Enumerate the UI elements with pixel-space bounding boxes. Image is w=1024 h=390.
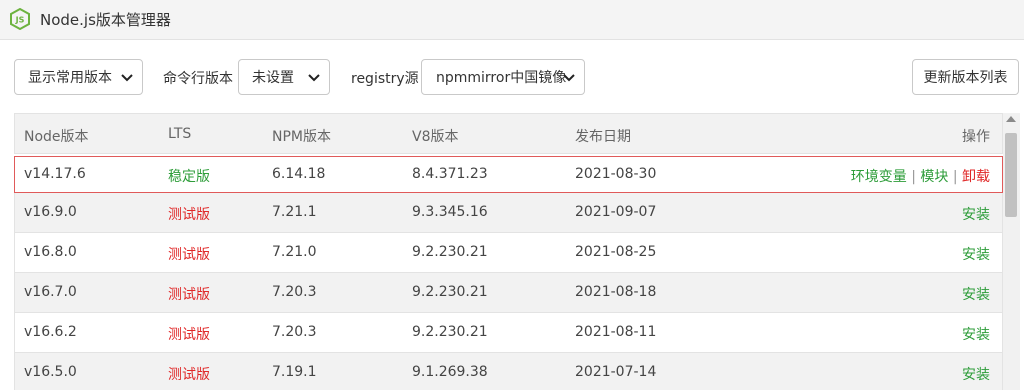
npm-version-cell: 6.14.18	[272, 166, 326, 182]
npm-version-cell: 7.21.1	[272, 204, 317, 220]
lts-beta-badge: 测试版	[168, 247, 210, 263]
chevron-down-icon	[121, 74, 133, 82]
nodejs-hexagon-icon: JS	[10, 8, 30, 30]
install-link[interactable]: 安装	[962, 244, 990, 264]
cli-version-select[interactable]: 未设置	[238, 59, 330, 95]
header-release-date: 发布日期	[575, 129, 631, 145]
version-table: Node版本 LTS NPM版本 V8版本 发布日期 操作 v14.17.6 稳…	[0, 113, 1024, 390]
uninstall-link[interactable]: 卸载	[962, 169, 990, 185]
release-date-cell: 2021-08-11	[575, 324, 657, 340]
release-date-cell: 2021-08-30	[575, 166, 657, 182]
version-filter-value: 显示常用版本	[28, 70, 112, 86]
release-date-cell: 2021-08-18	[575, 284, 657, 300]
v8-version-cell: 9.1.269.38	[412, 364, 488, 380]
install-link[interactable]: 安装	[962, 364, 990, 384]
v8-version-cell: 9.2.230.21	[412, 324, 488, 340]
npm-version-cell: 7.21.0	[272, 244, 317, 260]
action-separator: |	[952, 169, 958, 185]
chevron-down-icon	[308, 74, 320, 82]
node-version-cell: v16.9.0	[24, 204, 77, 220]
lts-beta-badge: 测试版	[168, 367, 210, 383]
lts-stable-badge: 稳定版	[168, 169, 210, 185]
table-row[interactable]: v16.9.0 测试版 7.21.1 9.3.345.16 2021-09-07…	[14, 193, 1003, 233]
npm-version-cell: 7.20.3	[272, 284, 317, 300]
lts-beta-badge: 测试版	[168, 287, 210, 303]
svg-text:JS: JS	[15, 16, 25, 25]
table-row[interactable]: v14.17.6 稳定版 6.14.18 8.4.371.23 2021-08-…	[14, 156, 1003, 193]
npm-version-cell: 7.19.1	[272, 364, 317, 380]
header-v8-version: V8版本	[412, 129, 459, 145]
registry-value: npmmirror中国镜像	[436, 70, 567, 86]
env-variable-link[interactable]: 环境变量	[851, 169, 907, 185]
install-link[interactable]: 安装	[962, 284, 990, 304]
node-version-cell: v16.8.0	[24, 244, 77, 260]
refresh-version-list-button[interactable]: 更新版本列表	[912, 59, 1019, 95]
table-row[interactable]: v16.8.0 测试版 7.21.0 9.2.230.21 2021-08-25…	[14, 233, 1003, 273]
npm-version-cell: 7.20.3	[272, 324, 317, 340]
toolbar: 显示常用版本 命令行版本 未设置 registry源 npmmirror中国镜像…	[0, 40, 1024, 110]
release-date-cell: 2021-09-07	[575, 204, 657, 220]
registry-label: registry源	[351, 71, 419, 87]
title-bar: JS Node.js版本管理器	[0, 0, 1024, 40]
table-row[interactable]: v16.7.0 测试版 7.20.3 9.2.230.21 2021-08-18…	[14, 273, 1003, 313]
header-lts: LTS	[168, 126, 192, 142]
row-actions: 环境变量 | 模块 | 卸载	[851, 166, 990, 186]
action-separator: |	[911, 169, 916, 185]
lts-beta-badge: 测试版	[168, 327, 210, 343]
v8-version-cell: 9.2.230.21	[412, 244, 488, 260]
release-date-cell: 2021-08-25	[575, 244, 657, 260]
node-version-cell: v16.5.0	[24, 364, 77, 380]
window-title: Node.js版本管理器	[40, 11, 171, 29]
v8-version-cell: 8.4.371.23	[412, 166, 488, 182]
release-date-cell: 2021-07-14	[575, 364, 657, 380]
table-header: Node版本 LTS NPM版本 V8版本 发布日期 操作	[14, 113, 1003, 154]
registry-select[interactable]: npmmirror中国镜像	[421, 59, 585, 95]
header-node-version: Node版本	[24, 129, 89, 145]
install-link[interactable]: 安装	[962, 204, 990, 224]
scroll-up-arrow-icon[interactable]	[1006, 116, 1016, 122]
scrollbar-thumb[interactable]	[1005, 133, 1017, 217]
header-action: 操作	[962, 129, 990, 145]
node-version-cell: v14.17.6	[24, 166, 86, 182]
version-filter-select[interactable]: 显示常用版本	[14, 59, 143, 95]
table-row[interactable]: v16.5.0 测试版 7.19.1 9.1.269.38 2021-07-14…	[14, 353, 1003, 390]
node-version-cell: v16.7.0	[24, 284, 77, 300]
header-npm-version: NPM版本	[272, 129, 331, 145]
module-link[interactable]: 模块	[920, 169, 948, 185]
lts-beta-badge: 测试版	[168, 207, 210, 223]
cli-version-label: 命令行版本	[163, 71, 233, 87]
node-version-cell: v16.6.2	[24, 324, 77, 340]
v8-version-cell: 9.2.230.21	[412, 284, 488, 300]
chevron-down-icon	[563, 74, 575, 82]
table-row[interactable]: v16.6.2 测试版 7.20.3 9.2.230.21 2021-08-11…	[14, 313, 1003, 353]
cli-version-value: 未设置	[252, 70, 294, 86]
install-link[interactable]: 安装	[962, 324, 990, 344]
v8-version-cell: 9.3.345.16	[412, 204, 488, 220]
